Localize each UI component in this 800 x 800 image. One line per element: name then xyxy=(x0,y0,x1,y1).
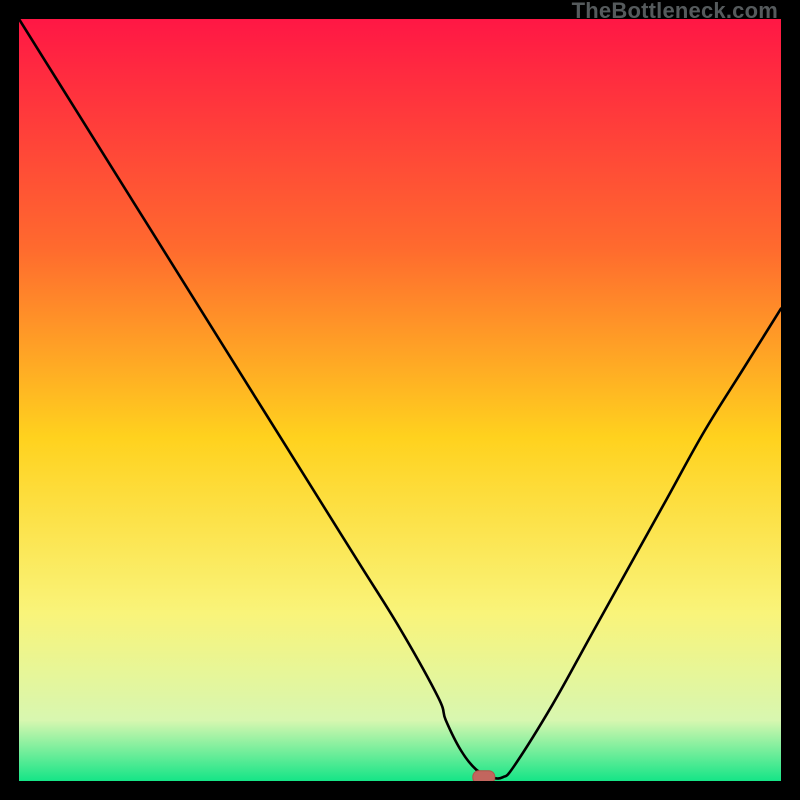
chart-svg xyxy=(19,19,781,781)
plot-area xyxy=(19,19,781,781)
chart-frame: TheBottleneck.com xyxy=(0,0,800,800)
optimum-marker xyxy=(473,771,495,781)
gradient-background xyxy=(19,19,781,781)
